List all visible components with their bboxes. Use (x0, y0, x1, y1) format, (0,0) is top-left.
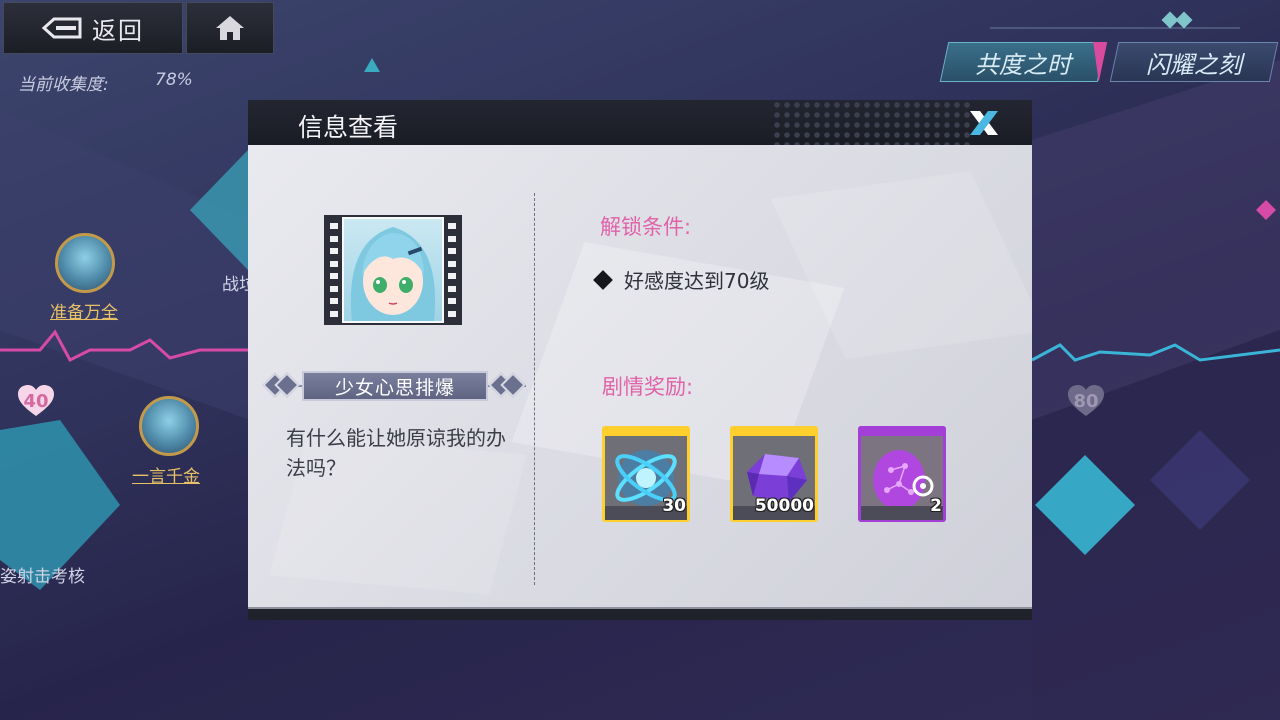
reward-count: 2 (930, 496, 942, 516)
story-title-plate: 少女心思排爆 (302, 371, 488, 401)
story-node-label[interactable]: 准备万全 (50, 298, 118, 323)
diamond-bullet-icon (593, 269, 613, 290)
modal-title: 信息查看 (298, 113, 399, 142)
affection-heart-badge: 40 (16, 384, 56, 418)
collection-label: 当前收集度: (18, 75, 109, 95)
back-arrow-icon (42, 17, 82, 39)
back-button[interactable]: 返回 (3, 2, 183, 54)
affection-heart-badge: 80 (1066, 384, 1106, 418)
story-title: 少女心思排爆 (334, 376, 455, 399)
collection-value: 78% (155, 70, 193, 90)
header-dot-pattern (772, 100, 972, 145)
unlock-heading: 解锁条件: (600, 215, 692, 239)
info-modal: 信息查看 少女心思排爆 有什么能让她原谅我的办法吗？ 解锁条件: 好感度达到70… (248, 100, 1032, 620)
heart-value: 80 (1073, 390, 1099, 412)
reward-count: 50000 (754, 496, 814, 516)
collection-progress: 当前收集度: 78% (18, 70, 193, 95)
decorative-diamonds (1161, 11, 1193, 29)
unlock-condition: 好感度达到70级 (593, 265, 770, 294)
close-icon[interactable] (966, 109, 1002, 137)
home-button[interactable] (186, 2, 274, 54)
story-title-banner: 少女心思排爆 (262, 369, 526, 403)
character-portrait (324, 215, 462, 325)
character-avatar (344, 219, 442, 321)
story-node-avatar[interactable] (55, 233, 115, 293)
tab-shared-time[interactable]: 共度之时 (939, 42, 1107, 82)
story-node-avatar[interactable] (139, 396, 199, 456)
heart-value: 40 (23, 390, 49, 412)
tab-label: 共度之时 (975, 50, 1071, 79)
home-icon (216, 16, 244, 40)
modal-header: 信息查看 (248, 100, 1032, 145)
tab-label: 闪耀之刻 (1146, 50, 1242, 79)
reward-item[interactable]: 2 (858, 426, 946, 522)
film-strip (326, 217, 342, 323)
story-description: 有什么能让她原谅我的办法吗？ (286, 426, 506, 480)
modal-footer (248, 607, 1032, 620)
back-label: 返回 (92, 16, 144, 45)
story-node-label[interactable]: 一言千金 (132, 462, 200, 487)
modal-body: 少女心思排爆 有什么能让她原谅我的办法吗？ 解锁条件: 好感度达到70级 剧情奖… (248, 145, 1032, 607)
reward-count: 30 (662, 496, 686, 516)
reward-heading: 剧情奖励: (602, 375, 694, 399)
film-strip (444, 217, 460, 323)
background-stage-label: 姿射击考核 (0, 567, 85, 587)
unlock-condition-text: 好感度达到70级 (624, 269, 770, 293)
tab-shining-moment[interactable]: 闪耀之刻 (1109, 42, 1279, 82)
vertical-divider (534, 193, 535, 585)
reward-item[interactable]: 50000 (730, 426, 818, 522)
reward-item[interactable]: 30 (602, 426, 690, 522)
